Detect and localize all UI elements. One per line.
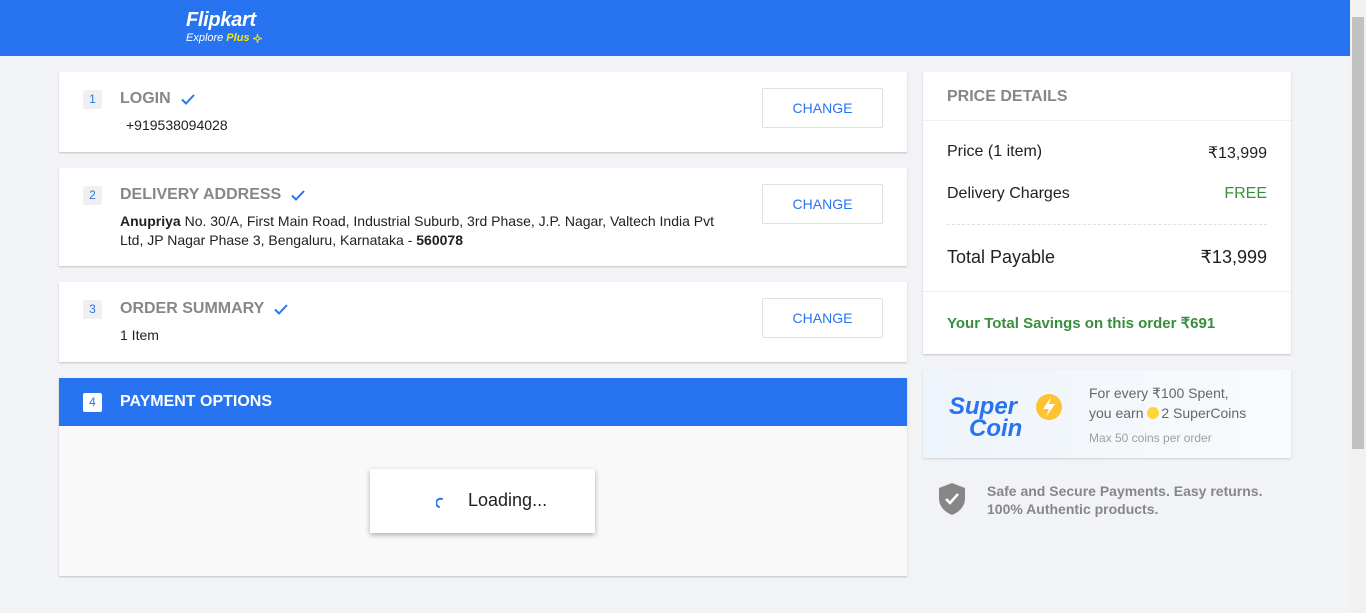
logo-plus: Plus <box>226 32 250 44</box>
supercoin-line2-prefix: you earn <box>1089 405 1148 421</box>
step-title: DELIVERY ADDRESS <box>120 186 305 204</box>
checkmark-icon <box>274 303 289 315</box>
page-scrollbar[interactable] <box>1350 0 1366 613</box>
payment-options-title: PAYMENT OPTIONS <box>120 393 273 410</box>
supercoin-line1: For every ₹100 Spent, <box>1089 385 1229 401</box>
step-title-label: DELIVERY ADDRESS <box>120 186 282 203</box>
price-details-card: PRICE DETAILS Price (1 item) ₹13,999 Del… <box>923 72 1291 354</box>
supercoin-banner: Super Coin For every ₹100 Spent, you ear… <box>923 370 1291 458</box>
step-number: 4 <box>83 393 102 412</box>
recipient-name: Anupriya <box>120 213 181 229</box>
logo-explore: Explore <box>186 32 224 44</box>
payment-options-header: 4 PAYMENT OPTIONS <box>59 378 907 426</box>
step-title-label: LOGIN <box>120 90 171 107</box>
payment-options-body: Loading... <box>59 426 907 576</box>
loading-text: Loading... <box>468 490 548 510</box>
supercoin-line2-suffix: 2 SuperCoins <box>1161 405 1247 421</box>
delivery-value: FREE <box>1224 185 1267 202</box>
delivery-label: Delivery Charges <box>947 185 1070 202</box>
checkmark-icon <box>180 93 195 105</box>
loading-dialog: Loading... <box>370 469 595 533</box>
order-summary-step-card: 3 ORDER SUMMARY 1 Item CHANGE <box>59 282 907 362</box>
total-value: ₹13,999 <box>1200 247 1267 267</box>
step-number: 3 <box>83 300 102 319</box>
safe-payments-text: Safe and Secure Payments. Easy returns. … <box>987 483 1263 517</box>
change-login-button[interactable]: CHANGE <box>762 88 883 128</box>
supercoin-logo-word2: Coin <box>969 415 1022 440</box>
loading-spinner-icon <box>436 497 443 508</box>
total-savings-text: Your Total Savings on this order ₹691 <box>947 315 1216 332</box>
login-step-card: 1 LOGIN +919538094028 CHANGE <box>59 72 907 152</box>
step-title-label: ORDER SUMMARY <box>120 300 265 317</box>
login-phone-number: +919538094028 <box>126 117 228 133</box>
price-details-title: PRICE DETAILS <box>947 88 1068 105</box>
dashed-divider <box>947 224 1267 225</box>
shield-check-icon <box>939 483 965 515</box>
total-label: Total Payable <box>947 247 1056 267</box>
step-title: ORDER SUMMARY <box>120 300 289 318</box>
scrollbar-thumb[interactable] <box>1352 17 1364 449</box>
logo-wordmark: Flipkart <box>186 9 256 31</box>
total-payable-row: Total Payable ₹13,999 <box>947 247 1267 268</box>
coin-icon <box>1147 407 1160 419</box>
supercoin-line3: Max 50 coins per order <box>1089 431 1212 445</box>
step-title: LOGIN <box>120 90 195 108</box>
logo-tagline: Explore Plus <box>186 32 262 44</box>
price-label: Price (1 item) <box>947 143 1043 160</box>
order-item-count: 1 Item <box>120 327 159 343</box>
price-row: Price (1 item) ₹13,999 <box>947 143 1267 163</box>
change-order-button[interactable]: CHANGE <box>762 298 883 338</box>
divider <box>923 120 1291 121</box>
pincode: 560078 <box>416 232 463 248</box>
delivery-address-text: Anupriya No. 30/A, First Main Road, Indu… <box>120 212 740 250</box>
delivery-address-step-card: 2 DELIVERY ADDRESS Anupriya No. 30/A, Fi… <box>59 168 907 266</box>
flipkart-logo[interactable]: Flipkart Explore Plus <box>186 9 262 44</box>
price-value: ₹13,999 <box>1207 145 1267 162</box>
checkmark-icon <box>291 189 305 201</box>
plus-star-icon <box>252 33 262 43</box>
supercoin-line2: you earn 2 SuperCoins <box>1089 405 1246 421</box>
delivery-charges-row: Delivery Charges FREE <box>947 185 1267 203</box>
supercoin-logo-icon: Super Coin <box>949 393 1062 440</box>
change-address-button[interactable]: CHANGE <box>762 184 883 224</box>
divider <box>923 291 1291 292</box>
step-number: 1 <box>83 90 102 109</box>
top-header-bar: Flipkart Explore Plus <box>0 0 1350 56</box>
safe-payments-note: Safe and Secure Payments. Easy returns. … <box>937 482 1282 518</box>
step-number: 2 <box>83 186 102 205</box>
